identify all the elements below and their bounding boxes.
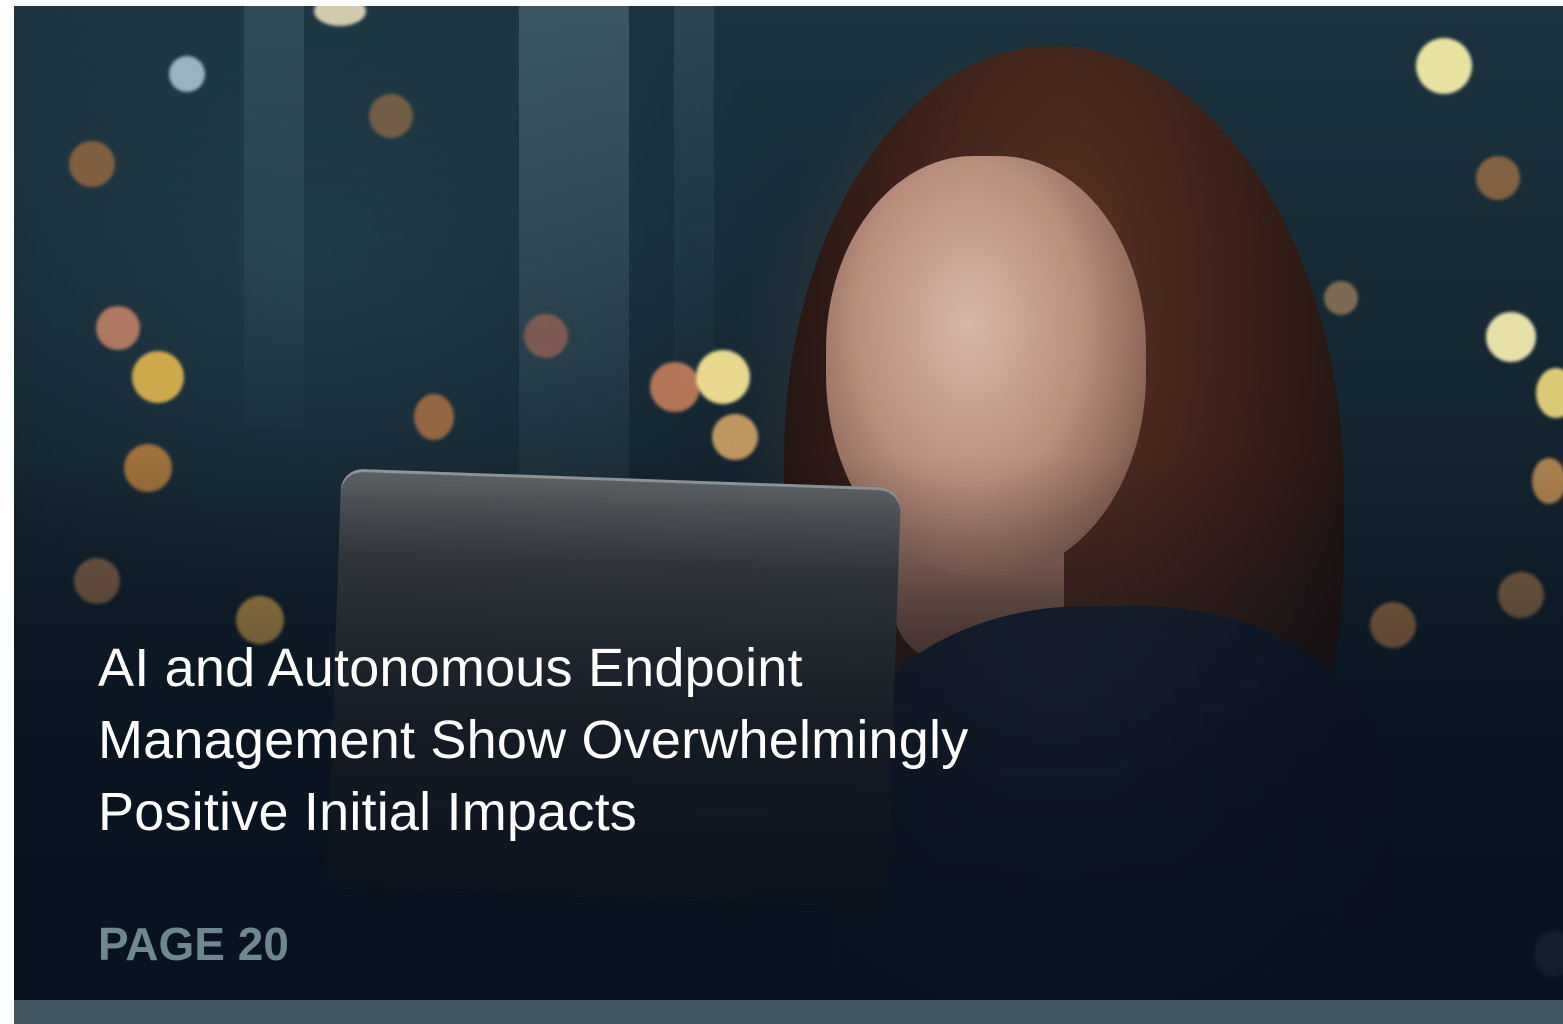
section-title-line: Management Show Overwhelmingly: [98, 710, 969, 770]
footer-bar: [14, 1000, 1563, 1024]
section-title: AI and Autonomous Endpoint Management Sh…: [98, 632, 1198, 848]
page-number-label: PAGE 20: [98, 918, 289, 970]
section-title-line: AI and Autonomous Endpoint: [98, 638, 803, 698]
text-legibility-gradient: [14, 6, 1563, 1000]
section-title-line: Positive Initial Impacts: [98, 782, 637, 842]
document-page: AI and Autonomous Endpoint Management Sh…: [0, 0, 1563, 1024]
hero-photo: AI and Autonomous Endpoint Management Sh…: [14, 6, 1563, 1000]
